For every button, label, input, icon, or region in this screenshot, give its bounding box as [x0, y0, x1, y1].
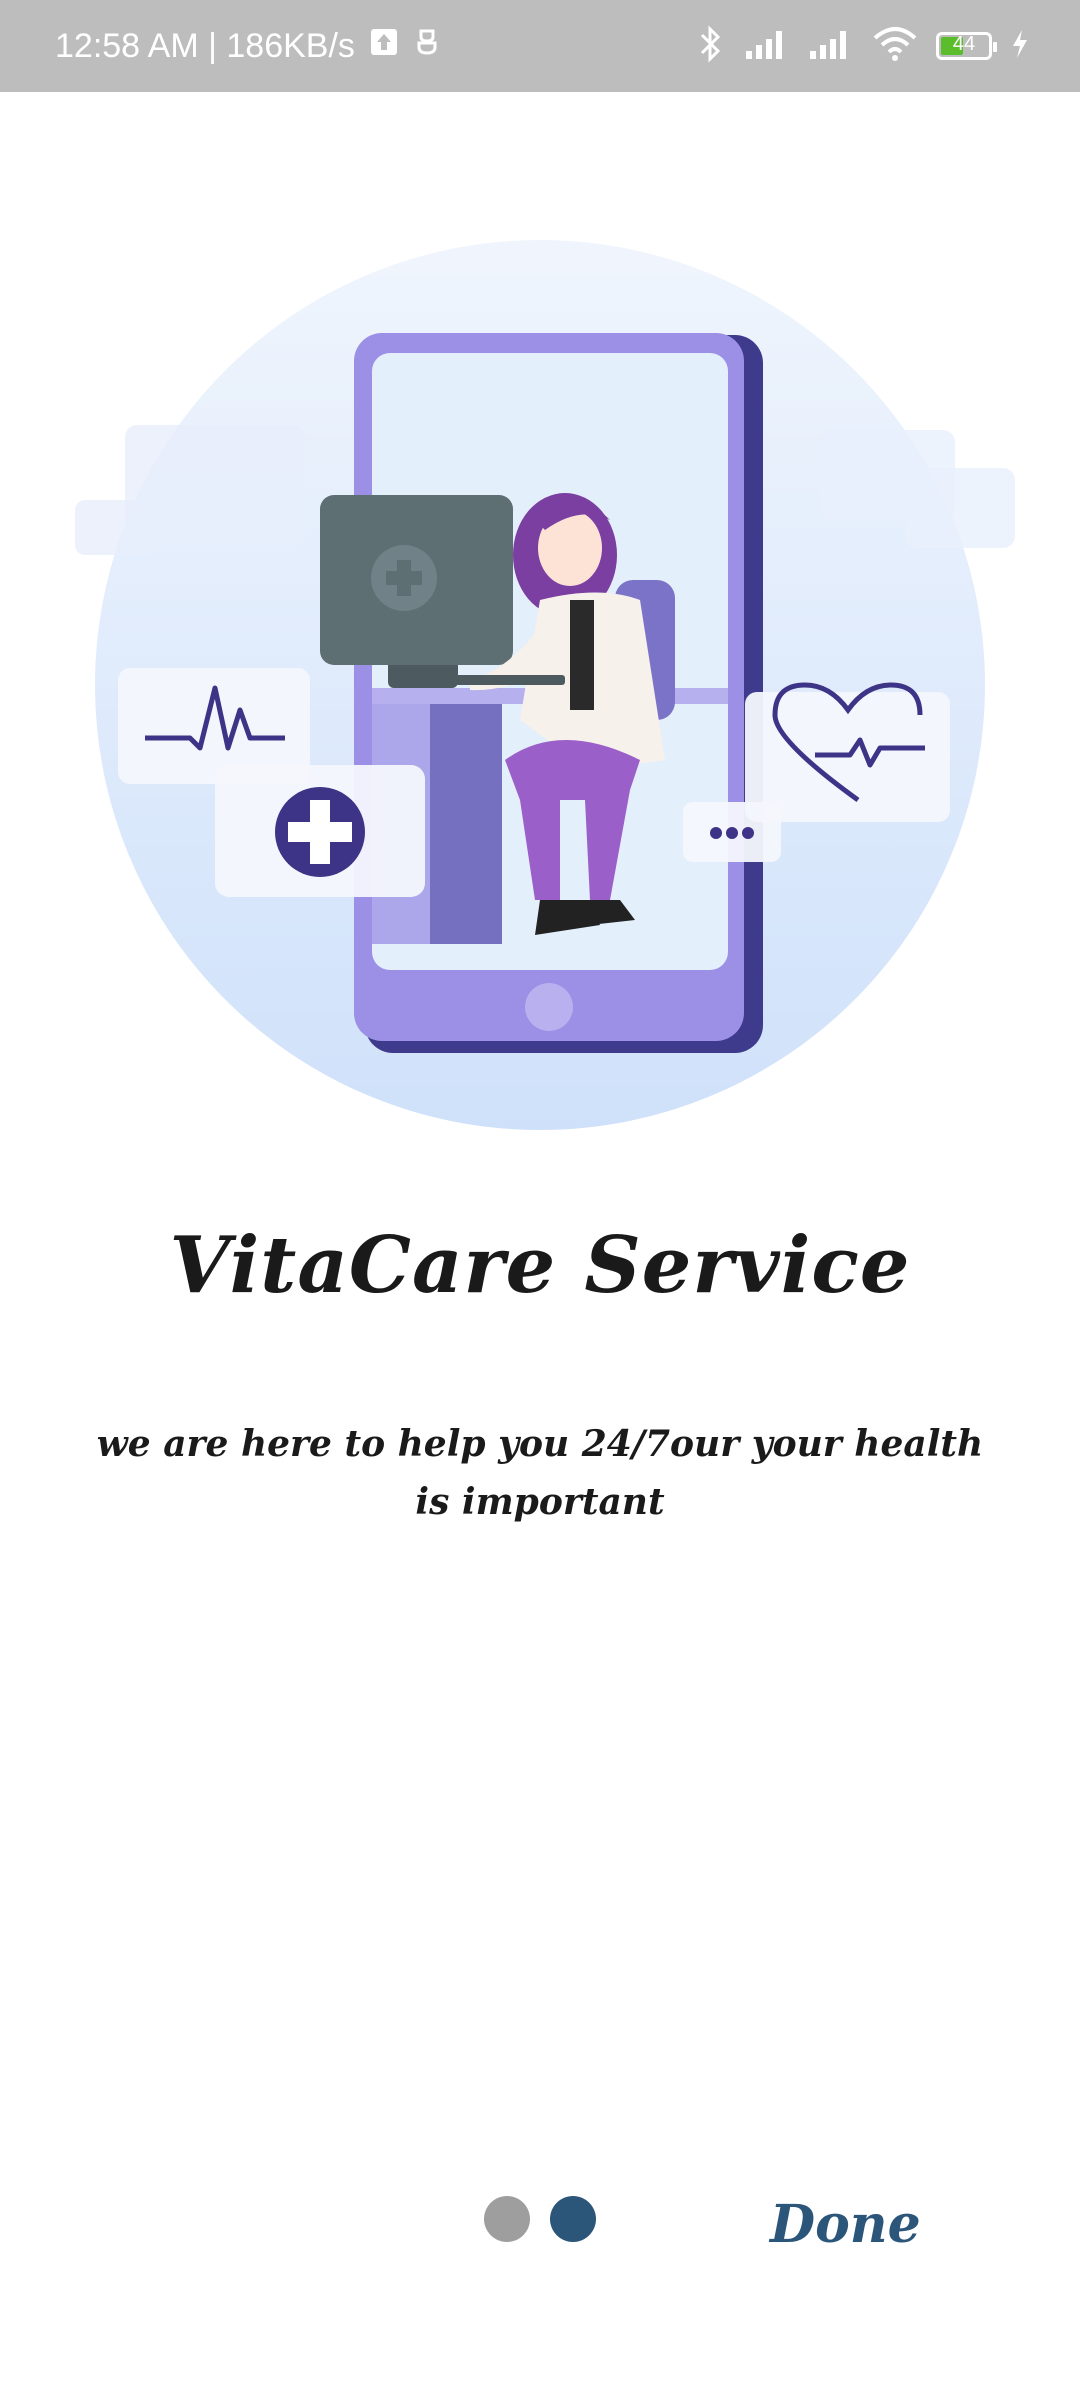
- pager-dot-1[interactable]: [484, 2196, 530, 2242]
- notification-icon: [413, 27, 441, 66]
- keyboard: [455, 675, 565, 685]
- bg-card-left-2: [75, 500, 155, 555]
- page-title: VitaCare Service: [169, 1220, 911, 1311]
- bg-card-right-2: [905, 468, 1015, 548]
- phone-home-button: [525, 983, 573, 1031]
- bluetooth-icon: [694, 24, 726, 68]
- status-left: 12:58 AM | 186KB/s: [55, 0, 441, 92]
- onboarding-illustration: [0, 200, 1080, 1160]
- done-button[interactable]: Done: [770, 2190, 921, 2260]
- battery-icon: 44: [936, 32, 997, 60]
- wifi-icon: [872, 26, 918, 67]
- status-right: 44: [694, 0, 1030, 92]
- signal-icon-1: [744, 27, 790, 66]
- desk-cabinet-side: [430, 704, 502, 944]
- signal-icon-2: [808, 27, 854, 66]
- battery-level: 44: [952, 33, 976, 55]
- status-time-speed: 12:58 AM | 186KB/s: [55, 26, 355, 65]
- upload-icon: [369, 27, 399, 66]
- page-description: we are here to help you 24/7our your hea…: [96, 1423, 984, 1523]
- doctor-shirt: [570, 600, 594, 710]
- status-bar: 12:58 AM | 186KB/s 44: [0, 0, 1080, 92]
- charging-icon: [1010, 28, 1030, 65]
- pager-dot-2-active[interactable]: [550, 2196, 596, 2242]
